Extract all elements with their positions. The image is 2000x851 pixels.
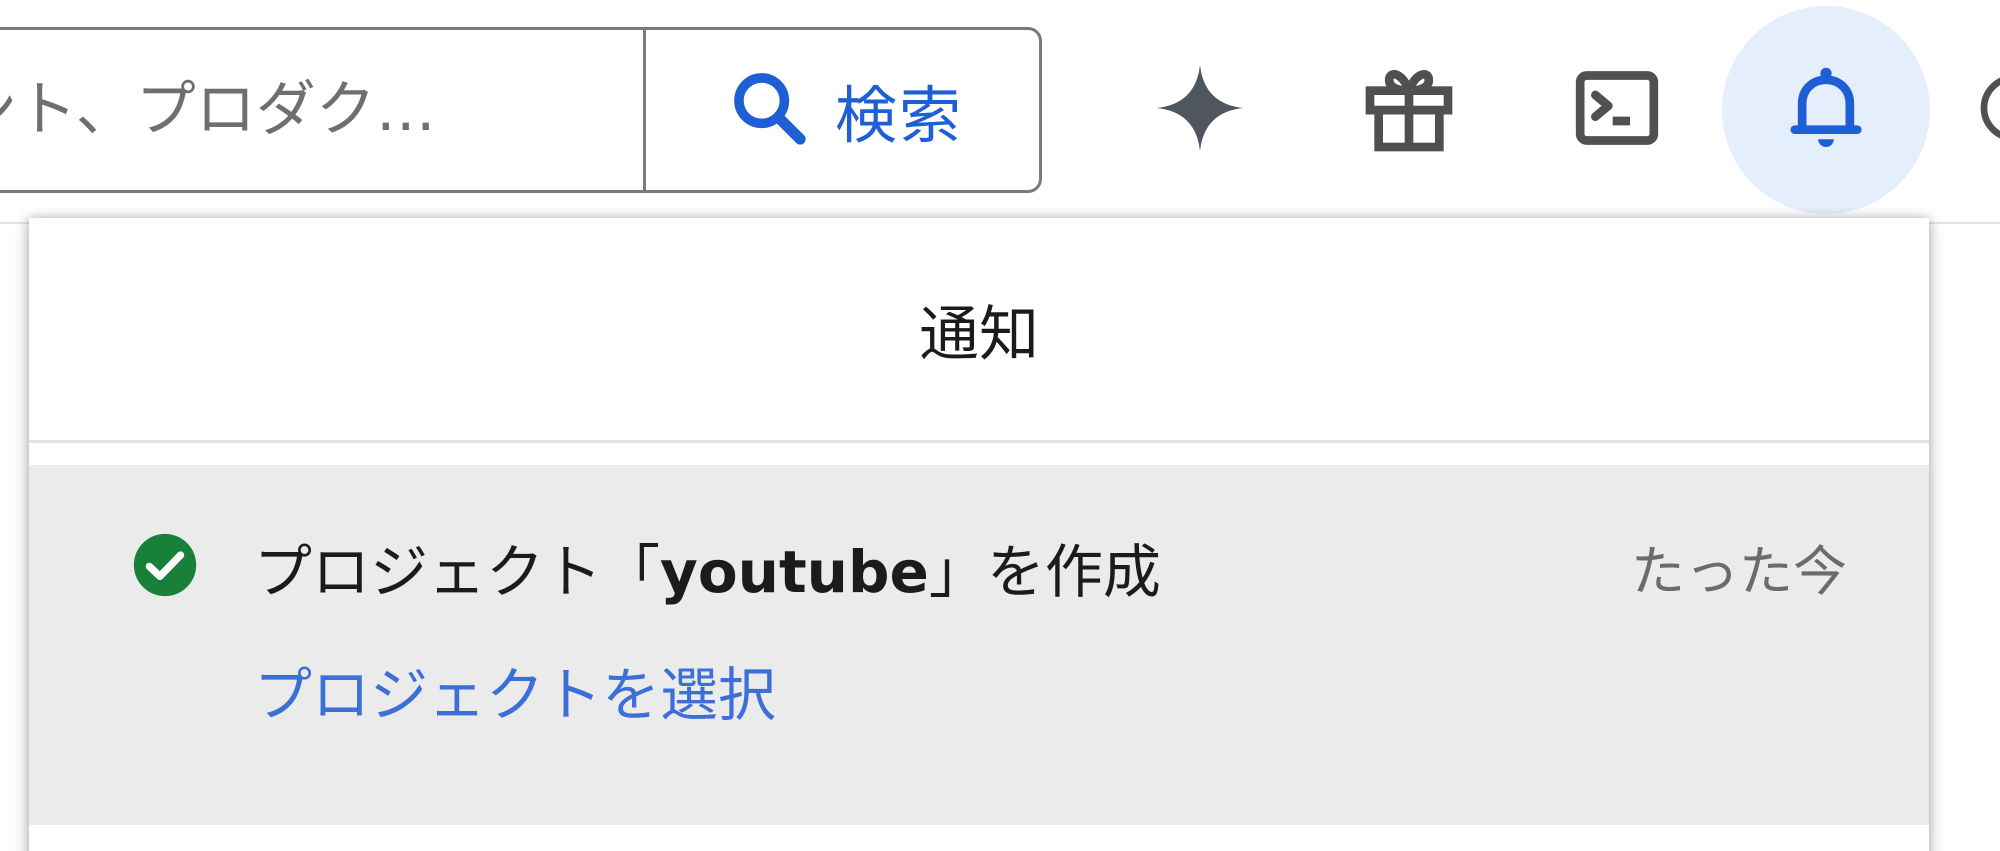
notification-item[interactable]: プロジェクト「youtube」を作成 たった今 プロジェクトを選択 [29,465,1929,825]
message-project-name: youtube [660,538,929,606]
notifications-title: 通知 [29,218,1929,443]
help-button[interactable] [1974,70,2000,150]
gift-icon [1357,56,1461,164]
bell-icon [1774,56,1878,164]
gift-button[interactable] [1351,52,1467,168]
search-button[interactable]: 検索 [646,30,1039,190]
notification-message: プロジェクト「youtube」を作成 [254,525,1161,609]
search-icon [725,64,813,156]
message-suffix: 」を作成 [928,538,1161,606]
search-input[interactable] [0,30,643,190]
search-bar: 検索 [0,27,1042,193]
notifications-button[interactable] [1722,6,1930,214]
help-icon [1974,68,2000,152]
page: 検索 [0,0,2000,851]
cloud-shell-button[interactable] [1559,52,1675,168]
select-project-link[interactable]: プロジェクトを選択 [254,648,776,732]
top-header: 検索 [0,0,2000,224]
search-button-label: 検索 [834,79,963,152]
message-prefix: プロジェクト「 [254,538,661,606]
notifications-panel: 通知 プロジェクト「youtube」を作成 たった今 プロジェクトを選択 [29,218,1929,851]
sparkle-icon [1148,56,1252,164]
check-circle-icon [131,531,199,599]
notification-time: たった今 [1631,540,1847,603]
gemini-button[interactable] [1142,52,1258,168]
terminal-icon [1565,56,1669,164]
